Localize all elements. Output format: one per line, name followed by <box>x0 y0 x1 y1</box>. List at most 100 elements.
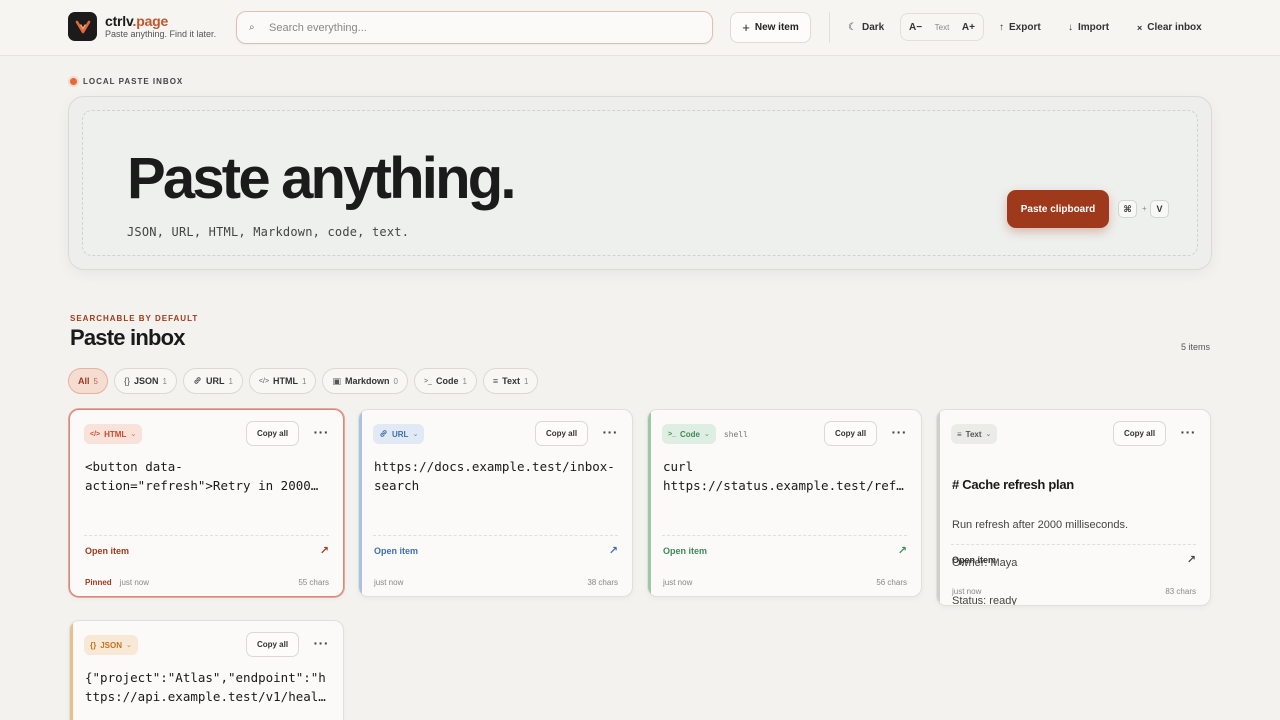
item-count: 5 items <box>1180 342 1210 352</box>
braces-icon: {} <box>90 640 97 650</box>
filter-count: 1 <box>302 376 307 386</box>
app-name: ctrlv.page <box>105 13 169 29</box>
search-icon: ⌕ <box>249 22 255 33</box>
card-divider <box>84 535 329 536</box>
inbox-eyebrow: SEARCHABLE BY DEFAULT <box>70 314 199 323</box>
timestamp: just now <box>663 578 693 587</box>
open-item-link[interactable]: Open item <box>952 555 996 565</box>
moon-icon: ☾ <box>848 22 857 33</box>
card-content: <button data- action="refresh">Retry in … <box>85 459 319 493</box>
app-tagline: Paste anything. Find it later. <box>105 29 217 39</box>
chevron-down-icon: ⌄ <box>126 642 132 649</box>
type-badge-url[interactable]: URL ⌄ <box>373 424 425 444</box>
logo-icon <box>68 12 97 41</box>
open-item-link[interactable]: Open item <box>663 546 707 556</box>
copy-all-button[interactable]: Copy all <box>824 421 877 446</box>
open-item-link[interactable]: Open item <box>85 546 129 556</box>
external-arrow-icon[interactable]: ↗ <box>320 544 329 557</box>
text-larger-button[interactable]: A+ <box>962 22 975 33</box>
download-arrow-icon: ↓ <box>1068 22 1073 33</box>
terminal-icon: >_ <box>668 430 676 438</box>
text-size-label: Text <box>934 22 950 32</box>
filter-text[interactable]: ≡ Text 1 <box>482 368 539 394</box>
type-badge-text[interactable]: ≡ Text ⌄ <box>951 424 998 444</box>
type-label: HTML <box>104 429 127 439</box>
chevron-down-icon: ⌄ <box>985 431 992 438</box>
export-button[interactable]: ↑ Export <box>999 12 1041 43</box>
card-content: curl https://status.example.test/ref… <box>663 459 904 493</box>
paste-drop-zone[interactable]: Paste anything. JSON, URL, HTML, Markdow… <box>68 96 1212 270</box>
filter-label: Text <box>502 376 521 386</box>
status-dot-icon <box>70 78 77 85</box>
more-options-icon[interactable]: ··· <box>314 425 330 439</box>
open-item-link[interactable]: Open item <box>374 546 418 556</box>
card-accent <box>648 410 651 596</box>
card-footer: just now 38 chars <box>374 578 618 587</box>
clear-inbox-button[interactable]: × Clear inbox <box>1137 12 1202 43</box>
more-options-icon[interactable]: ··· <box>1181 425 1197 439</box>
filter-count: 1 <box>162 376 167 386</box>
paste-card-text[interactable]: ≡ Text ⌄ Copy all ··· # Cache refresh pl… <box>936 409 1211 606</box>
dark-mode-toggle[interactable]: ☾ Dark <box>848 12 884 43</box>
filter-bar: All 5 {} JSON 1 URL 1 </> HTML 1 ▣ Markd… <box>68 368 539 394</box>
copy-all-button[interactable]: Copy all <box>1113 421 1166 446</box>
type-badge-code[interactable]: >_ Code ⌄ <box>662 424 716 444</box>
card-content: # Cache refresh plan Run refresh after 2… <box>952 456 1196 605</box>
filter-url[interactable]: URL 1 <box>182 368 243 394</box>
type-badge-json[interactable]: {} JSON ⌄ <box>84 635 138 655</box>
export-label: Export <box>1009 22 1041 33</box>
filter-html[interactable]: </> HTML 1 <box>248 368 317 394</box>
paste-card-code[interactable]: >_ Code ⌄ shell Copy all ··· curl https:… <box>647 409 922 597</box>
paste-clipboard-button[interactable]: Paste clipboard <box>1007 190 1109 228</box>
char-count: 56 chars <box>876 578 907 587</box>
more-options-icon[interactable]: ··· <box>314 636 330 650</box>
type-label: URL <box>392 429 409 439</box>
filter-label: Code <box>435 376 459 386</box>
paste-card-json[interactable]: {} JSON ⌄ Copy all ··· {"project":"Atlas… <box>69 620 344 720</box>
markdown-icon: ▣ <box>332 375 341 386</box>
external-arrow-icon[interactable]: ↗ <box>1187 553 1196 566</box>
import-label: Import <box>1078 22 1110 33</box>
drop-zone-inner: Paste anything. JSON, URL, HTML, Markdow… <box>82 110 1198 256</box>
filter-label: All <box>78 376 90 386</box>
copy-all-button[interactable]: Copy all <box>246 632 299 657</box>
copy-all-button[interactable]: Copy all <box>246 421 299 446</box>
external-arrow-icon[interactable]: ↗ <box>609 544 618 557</box>
external-arrow-icon[interactable]: ↗ <box>898 544 907 557</box>
paste-card-url[interactable]: URL ⌄ Copy all ··· https://docs.example.… <box>358 409 633 597</box>
filter-json[interactable]: {} JSON 1 <box>113 368 177 394</box>
chevron-down-icon: ⌄ <box>130 431 137 438</box>
filter-markdown[interactable]: ▣ Markdown 0 <box>322 368 408 394</box>
text-smaller-button[interactable]: A− <box>909 22 922 33</box>
search-input[interactable] <box>269 21 689 34</box>
paste-card-html[interactable]: </> HTML ⌄ Copy all ··· <button data- ac… <box>69 409 344 597</box>
import-button[interactable]: ↓ Import <box>1068 12 1109 43</box>
char-count: 55 chars <box>298 578 329 587</box>
brand[interactable]: ctrlv.page Paste anything. Find it later… <box>68 12 216 41</box>
card-footer: just now 56 chars <box>663 578 907 587</box>
inbox-title: Paste inbox <box>70 325 185 350</box>
search-box[interactable]: ⌕ <box>236 11 713 44</box>
clear-inbox-label: Clear inbox <box>1147 22 1202 33</box>
text-size-control: A− Text A+ <box>900 13 984 41</box>
copy-all-button[interactable]: Copy all <box>535 421 588 446</box>
language-label: shell <box>723 429 748 439</box>
type-badge-html[interactable]: </> HTML ⌄ <box>84 424 143 444</box>
more-options-icon[interactable]: ··· <box>603 425 619 439</box>
more-options-icon[interactable]: ··· <box>892 425 908 439</box>
toolbar-divider <box>829 12 830 43</box>
kbd-plus: + <box>1142 204 1147 213</box>
card-footer: Pinned just now 55 chars <box>85 578 329 587</box>
type-label: JSON <box>100 640 123 650</box>
filter-count: 1 <box>524 376 529 386</box>
card-divider <box>951 544 1196 545</box>
code-tag-icon: </> <box>90 430 101 438</box>
filter-all[interactable]: All 5 <box>68 368 108 394</box>
new-item-button[interactable]: + New item <box>730 12 811 43</box>
filter-code[interactable]: >_ Code 1 <box>413 368 477 394</box>
dark-label: Dark <box>861 22 885 33</box>
card-accent <box>937 410 940 605</box>
plus-icon: + <box>742 20 750 35</box>
char-count: 38 chars <box>587 578 618 587</box>
new-item-label: New item <box>754 22 799 33</box>
